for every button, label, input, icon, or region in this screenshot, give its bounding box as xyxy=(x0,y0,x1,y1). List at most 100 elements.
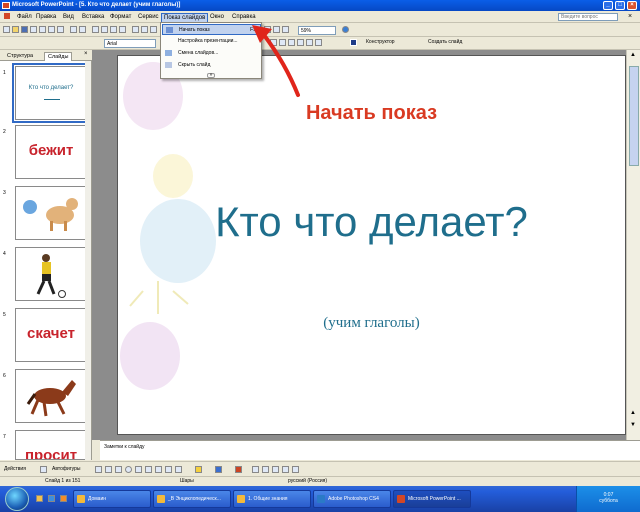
slide-thumbnail-2[interactable]: бежит xyxy=(15,125,87,179)
open-icon[interactable] xyxy=(12,26,19,33)
powerpoint-app-icon xyxy=(2,2,10,9)
scroll-thumb[interactable] xyxy=(629,66,639,166)
powerpoint-icon xyxy=(397,495,405,503)
ask-question-input[interactable]: Введите вопрос xyxy=(558,13,618,21)
email-icon[interactable] xyxy=(39,26,46,33)
thumb-number: 2 xyxy=(3,129,6,135)
print-icon[interactable] xyxy=(48,26,55,33)
quicklaunch-ie-icon[interactable] xyxy=(48,495,55,502)
research-icon[interactable] xyxy=(79,26,86,33)
taskbar-item-photoshop[interactable]: Adobe Photoshop CS4 xyxy=(313,490,391,508)
start-button-icon[interactable] xyxy=(5,487,29,511)
thumb-word: просит xyxy=(24,447,78,460)
line-style-icon[interactable] xyxy=(252,466,259,473)
fill-color-icon[interactable] xyxy=(195,466,202,473)
pane-tabs: Структура Слайды × xyxy=(0,50,92,61)
rectangle-icon[interactable] xyxy=(115,466,122,473)
new-icon[interactable] xyxy=(3,26,10,33)
pane-close-icon[interactable]: × xyxy=(84,51,88,57)
maximize-button[interactable]: □ xyxy=(615,1,625,10)
select-arrow-icon[interactable] xyxy=(40,466,47,473)
slide-thumbnail-3[interactable] xyxy=(15,186,87,240)
title-bar: Microsoft PowerPoint - [5. Кто что делае… xyxy=(0,0,640,11)
arrow-icon[interactable] xyxy=(105,466,112,473)
close-document-icon[interactable]: × xyxy=(628,13,632,21)
font-color-icon[interactable] xyxy=(350,39,357,46)
status-bar: Слайд 1 из 151 Шары русский (Россия) xyxy=(0,476,640,486)
slide-canvas[interactable]: Начать показ Кто что делает? (учим глаго… xyxy=(117,55,626,435)
font-select[interactable]: Arial xyxy=(104,39,156,48)
menu-insert[interactable]: Вставка xyxy=(80,13,106,21)
taskbar-item-2[interactable]: _В Энциклопедическ... xyxy=(153,490,231,508)
taskbar-item-1[interactable]: Домаин xyxy=(73,490,151,508)
help-icon[interactable] xyxy=(342,26,349,33)
3d-icon[interactable] xyxy=(292,466,299,473)
window-title: Microsoft PowerPoint - [5. Кто что делае… xyxy=(12,2,181,8)
save-icon[interactable] xyxy=(21,26,28,33)
slide-thumbnail-6[interactable] xyxy=(15,369,87,423)
diagram-icon[interactable] xyxy=(155,466,162,473)
copy-icon[interactable] xyxy=(101,26,108,33)
slide-thumbnail-4[interactable] xyxy=(15,247,87,301)
slide-thumbnail-1[interactable]: Кто что делает? xyxy=(12,63,90,123)
thumbnails-scrollbar[interactable] xyxy=(85,61,91,460)
tab-slides[interactable]: Слайды xyxy=(44,52,73,61)
redo-icon[interactable] xyxy=(141,26,148,33)
font-color-draw-icon[interactable] xyxy=(235,466,242,473)
language-indicator: русский (Россия) xyxy=(288,478,328,484)
thumb-number: 1 xyxy=(3,70,6,76)
paste-icon[interactable] xyxy=(110,26,117,33)
spelling-icon[interactable] xyxy=(70,26,77,33)
menu-file[interactable]: Файл xyxy=(15,13,34,21)
close-button[interactable]: × xyxy=(627,1,637,10)
picture-icon[interactable] xyxy=(175,466,182,473)
menu-format[interactable]: Формат xyxy=(108,13,133,21)
line-icon[interactable] xyxy=(95,466,102,473)
clipart-icon[interactable] xyxy=(165,466,172,473)
clock-time[interactable]: 0:07 xyxy=(577,486,640,498)
menu-tools[interactable]: Сервис xyxy=(136,13,161,21)
folder-icon xyxy=(77,495,85,503)
prev-slide-icon[interactable]: ▲ xyxy=(630,410,636,416)
dash-style-icon[interactable] xyxy=(262,466,269,473)
slide-thumbnail-5[interactable]: скачет xyxy=(15,308,87,362)
taskbar-item-powerpoint[interactable]: Microsoft PowerPoint ... xyxy=(393,490,471,508)
slide-scrollbar[interactable]: ▲ ▲ ▼ xyxy=(626,50,640,440)
format-painter-icon[interactable] xyxy=(119,26,126,33)
notes-placeholder: Заметки к слайду xyxy=(104,444,145,450)
menu-view[interactable]: Вид xyxy=(61,13,76,21)
actions-menu[interactable]: Действия xyxy=(4,465,26,474)
shadow-icon[interactable] xyxy=(282,466,289,473)
autoshapes-menu[interactable]: Автофигуры xyxy=(52,465,80,474)
cut-icon[interactable] xyxy=(92,26,99,33)
preview-icon[interactable] xyxy=(57,26,64,33)
line-color-icon[interactable] xyxy=(215,466,222,473)
scroll-up-icon[interactable]: ▲ xyxy=(630,52,636,58)
wordart-icon[interactable] xyxy=(145,466,152,473)
tab-outline[interactable]: Структура xyxy=(4,52,36,61)
design-button[interactable]: Конструктор xyxy=(366,38,395,47)
next-slide-icon[interactable]: ▼ xyxy=(630,422,636,428)
slideshow-icon xyxy=(166,27,173,33)
quicklaunch-folder-icon[interactable] xyxy=(36,495,43,502)
menu-app-icon[interactable] xyxy=(2,13,12,22)
oval-icon[interactable] xyxy=(125,466,132,473)
taskbar-item-3[interactable]: 1. Общие знания xyxy=(233,490,311,508)
chart-icon[interactable] xyxy=(150,26,157,33)
textbox-icon[interactable] xyxy=(135,466,142,473)
folder-icon xyxy=(157,495,165,503)
arrow-style-icon[interactable] xyxy=(272,466,279,473)
new-slide-button[interactable]: Создать слайд xyxy=(428,38,462,47)
indent-icon[interactable] xyxy=(315,39,322,46)
thumb-number: 5 xyxy=(3,312,6,318)
minimize-button[interactable]: _ xyxy=(603,1,613,10)
menu-edit[interactable]: Правка xyxy=(34,13,58,21)
menu-window[interactable]: Окно xyxy=(208,13,226,21)
notes-pane[interactable]: Заметки к слайду xyxy=(100,440,640,460)
quicklaunch-firefox-icon[interactable] xyxy=(60,495,67,502)
menu-expand-chevron-icon[interactable]: » xyxy=(207,73,215,78)
permission-icon[interactable] xyxy=(30,26,37,33)
horse-image xyxy=(26,380,76,417)
slide-thumbnail-7[interactable]: просит xyxy=(15,430,87,460)
undo-icon[interactable] xyxy=(132,26,139,33)
